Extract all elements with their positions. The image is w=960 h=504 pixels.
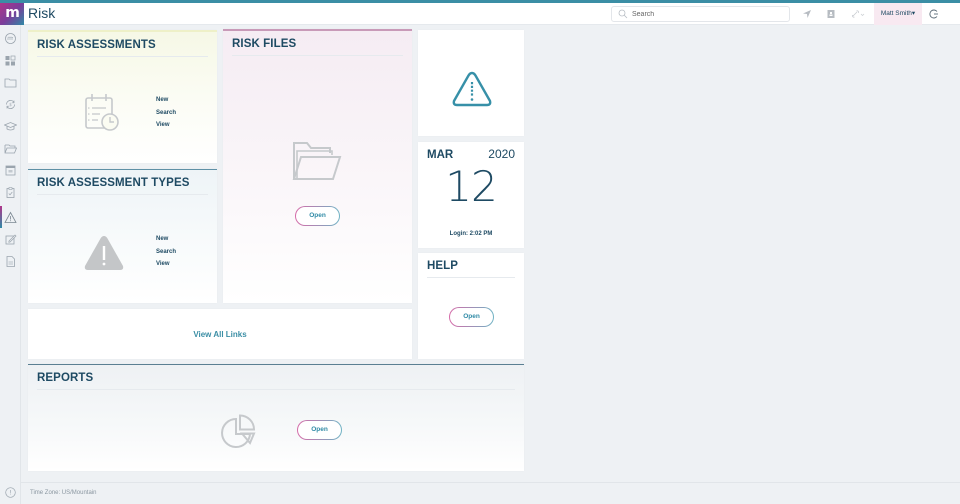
risk-assessment-types-search-link[interactable]: Search — [156, 246, 176, 259]
user-menu[interactable]: Matt Smith▾ — [874, 3, 922, 25]
link-dropdown-icon[interactable] — [850, 8, 866, 20]
reports-open-button[interactable]: Open — [297, 420, 342, 440]
risk-assessment-types-links: New Search View — [156, 233, 176, 271]
dashboard-icon — [5, 55, 16, 66]
login-time: Login: 2:02 PM — [449, 231, 493, 237]
svg-text:!: ! — [9, 490, 11, 497]
address-book-icon[interactable] — [825, 8, 837, 20]
svg-text:$: $ — [9, 102, 12, 107]
risk-assessment-types-card: RISK ASSESSMENT TYPES New Search View — [28, 169, 217, 303]
risk-assessments-links: New Search View — [156, 94, 176, 132]
document-icon — [6, 256, 15, 267]
alert-triangle-icon — [452, 71, 492, 107]
home-logo-icon — [5, 33, 16, 44]
app-logo[interactable]: m — [0, 3, 24, 25]
risk-assessments-title: RISK ASSESSMENTS — [37, 39, 156, 51]
view-all-links-card: View All Links — [28, 309, 412, 359]
divider — [37, 56, 208, 57]
view-all-links[interactable]: View All Links — [28, 330, 412, 339]
sidebar-item-folder[interactable] — [4, 76, 17, 89]
folder-icon — [4, 78, 17, 88]
folder-open-icon — [4, 144, 18, 154]
location-arrow-icon[interactable] — [801, 8, 813, 20]
calendar-icon — [5, 165, 16, 176]
divider — [232, 55, 403, 56]
risk-files-open-button[interactable]: Open — [295, 206, 340, 226]
sidebar-item-calendar[interactable] — [4, 164, 17, 177]
risk-files-card: RISK FILES Open — [223, 29, 412, 303]
graduation-cap-icon — [3, 122, 18, 131]
calendar-clock-icon — [85, 94, 119, 131]
risk-assessment-types-new-link[interactable]: New — [156, 233, 176, 246]
warning-triangle-icon — [84, 236, 124, 270]
help-circle-icon[interactable]: ! — [5, 487, 16, 498]
search-input[interactable] — [632, 8, 782, 20]
page-title: Risk — [28, 5, 56, 21]
risk-files-title: RISK FILES — [232, 38, 297, 50]
divider — [37, 389, 515, 390]
alert-card — [418, 30, 524, 136]
refresh-icon: $ — [6, 100, 15, 109]
sidebar-item-training[interactable] — [3, 120, 18, 133]
risk-assessments-view-link[interactable]: View — [156, 119, 176, 132]
date-day: 12 — [445, 162, 497, 211]
sidebar-item-clipboard[interactable] — [4, 186, 17, 199]
date-card: MAR 2020 12 Login: 2:02 PM — [418, 142, 524, 248]
search-icon — [618, 9, 628, 19]
help-title: HELP — [427, 260, 459, 272]
timezone-label: Time Zone: US/Mountain — [30, 490, 97, 496]
divider — [37, 194, 208, 195]
date-month: MAR — [427, 149, 454, 161]
divider — [427, 277, 515, 278]
sidebar-item-dashboard[interactable] — [4, 54, 17, 67]
clipboard-check-icon — [6, 187, 15, 198]
sidebar-item-refresh[interactable]: $ — [4, 98, 17, 111]
risk-warning-icon — [4, 211, 17, 223]
search-box — [611, 6, 790, 22]
sidebar-item-risk[interactable] — [4, 211, 17, 224]
sidebar-item-folder-open[interactable] — [4, 142, 18, 155]
footer: Time Zone: US/Mountain — [21, 482, 960, 504]
date-year: 2020 — [488, 147, 515, 161]
risk-assessment-types-title: RISK ASSESSMENT TYPES — [37, 177, 190, 189]
risk-assessment-types-view-link[interactable]: View — [156, 258, 176, 271]
header: m Risk Matt Smith▾ — [0, 3, 960, 25]
reports-title: REPORTS — [37, 372, 94, 384]
sidebar-item-edit[interactable] — [4, 233, 17, 246]
help-card: HELP Open — [418, 253, 524, 359]
risk-assessments-search-link[interactable]: Search — [156, 107, 176, 120]
sidebar-active-indicator — [0, 206, 2, 228]
risk-assessments-new-link[interactable]: New — [156, 94, 176, 107]
reports-card: REPORTS Open — [28, 364, 524, 471]
sidebar: $ — [0, 25, 21, 504]
pie-chart-icon — [221, 414, 256, 448]
help-open-button[interactable]: Open — [449, 307, 494, 327]
edit-icon — [5, 234, 17, 245]
risk-assessments-card: RISK ASSESSMENTS New Search View — [28, 30, 217, 163]
folder-open-icon — [292, 142, 342, 180]
sidebar-item-document[interactable] — [4, 255, 17, 268]
sidebar-item-home[interactable] — [4, 32, 17, 45]
logout-icon[interactable] — [928, 8, 940, 20]
